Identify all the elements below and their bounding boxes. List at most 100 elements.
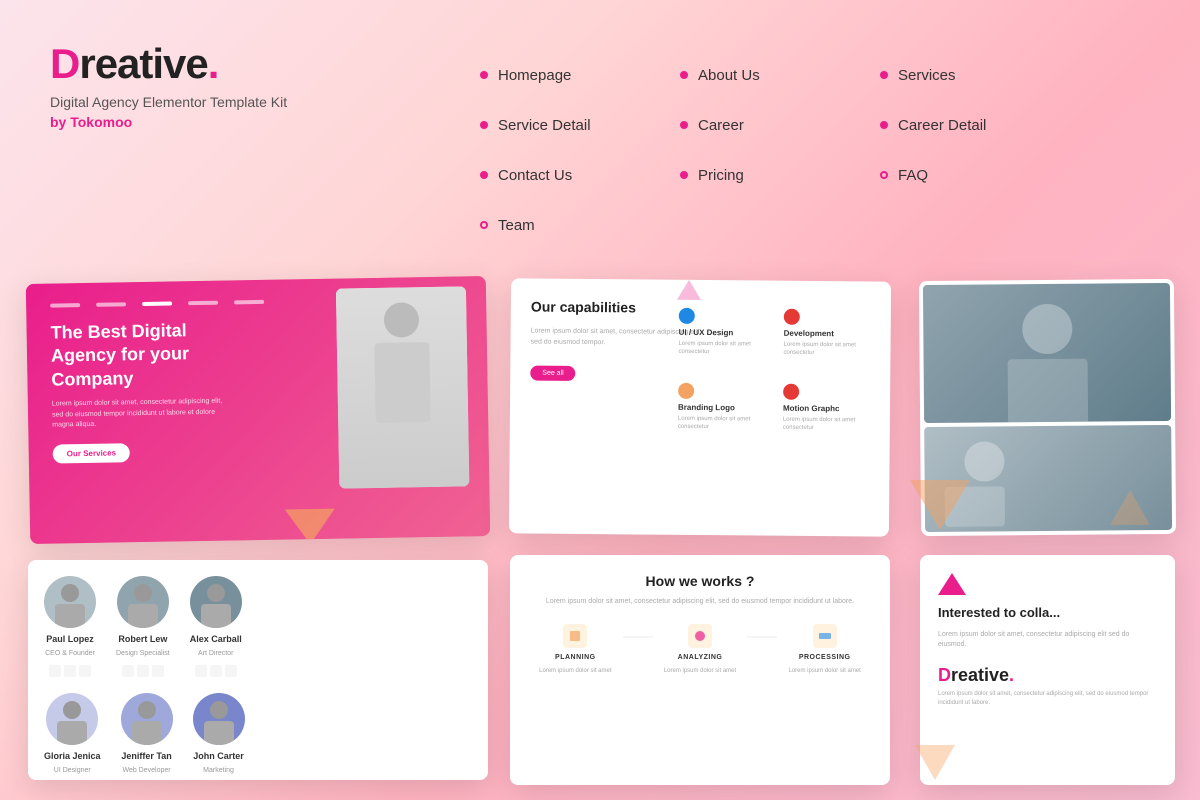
cap-item-title: UI / UX Design	[679, 328, 758, 338]
cap-item: Branding Logo Lorem ipsum dolor sit amet…	[670, 375, 766, 441]
brand-rest: reative	[79, 40, 207, 87]
nav-label-servicedetail: Service Detail	[498, 117, 591, 134]
hero-nav-dot-active	[142, 301, 172, 306]
nav-item-faq[interactable]: FAQ	[880, 150, 1080, 200]
nav-bullet	[480, 121, 488, 129]
nav-item-team[interactable]: Team	[480, 200, 680, 250]
brand-d: D	[50, 40, 79, 87]
nav-label-team: Team	[498, 217, 535, 234]
cap-item-desc: Lorem ipsum dolor sit amet consectetur	[783, 416, 862, 433]
capabilities-btn[interactable]: See all	[530, 366, 576, 381]
cap-item-title: Motion Graphc	[783, 404, 862, 414]
nav-item-services[interactable]: Services	[880, 50, 1080, 100]
cap-item-desc: Lorem ipsum dolor sit amet consectetur	[783, 341, 862, 358]
deco-triangle-1	[910, 480, 970, 530]
step-connector	[747, 636, 777, 638]
team-member: Alex Carball Art Director	[190, 576, 242, 677]
team-member: Jeniffer Tan Web Developer	[121, 693, 173, 774]
hero-nav-dot	[188, 301, 218, 306]
team-member: Robert Lew Design Specialist	[116, 576, 170, 677]
contact-triangle-deco	[938, 573, 966, 595]
cap-triangle-deco	[677, 280, 701, 300]
contact-brand: Dreative.	[938, 665, 1157, 686]
avatar	[117, 576, 169, 628]
step-text: Lorem ipsum dolor sit amet	[788, 667, 860, 675]
brand-title: Dreative.	[50, 40, 287, 88]
cap-icon-dev	[784, 309, 800, 325]
hero-triangle-deco	[285, 509, 336, 544]
nav-bullet	[680, 171, 688, 179]
cap-item-desc: Lorem ipsum dolor sit amet consectetur	[678, 415, 757, 432]
team-name: Paul Lopez	[46, 634, 94, 644]
team-name: Robert Lew	[118, 634, 167, 644]
cap-item-desc: Lorem ipsum dolor sit amet consectetur	[678, 340, 757, 357]
team-name: Jeniffer Tan	[121, 751, 171, 761]
cap-icon-brand	[678, 383, 694, 399]
card-team: Paul Lopez CEO & Founder Robert Lew Desi…	[28, 560, 488, 780]
cap-item-title: Branding Logo	[678, 403, 757, 413]
howworks-title: How we works ?	[528, 573, 872, 589]
nav-bullet	[880, 71, 888, 79]
brand-dot: .	[208, 40, 219, 87]
deco-triangle-3	[1110, 490, 1150, 525]
nav-bullet	[480, 71, 488, 79]
nav-bullet-outline	[880, 171, 888, 179]
contact-brand-rest: reative	[951, 665, 1009, 685]
nav-item-homepage[interactable]: Homepage	[480, 50, 680, 100]
nav-label-contactus: Contact Us	[498, 167, 572, 184]
team-member: Gloria Jenica UI Designer	[44, 693, 101, 774]
avatar	[190, 576, 242, 628]
step-connector	[623, 636, 653, 638]
nav-item-aboutus[interactable]: About Us	[680, 50, 880, 100]
team-role: UI Designer	[54, 767, 91, 774]
nav-label-career: Career	[698, 117, 744, 134]
team-name: Gloria Jenica	[44, 751, 101, 761]
previews-container: The Best Digital Agency for your Company…	[0, 270, 1200, 800]
nav-item-servicedetail[interactable]: Service Detail	[480, 100, 680, 150]
nav-bullet	[880, 121, 888, 129]
nav-bullet	[680, 71, 688, 79]
contact-desc: Lorem ipsum dolor sit amet, consectetur …	[938, 630, 1157, 651]
team-role: Art Director	[198, 650, 233, 657]
hero-desc: Lorem ipsum dolor sit amet, consectetur …	[52, 397, 233, 432]
hero-image	[336, 286, 469, 488]
nav-label-pricing: Pricing	[698, 167, 744, 184]
step-label: Processing	[799, 654, 851, 661]
cap-item: Motion Graphc Lorem ipsum dolor sit amet…	[775, 375, 871, 441]
contact-title: Interested to colla...	[938, 605, 1157, 622]
capabilities-grid: UI / UX Design Lorem ipsum dolor sit ame…	[670, 300, 871, 441]
brand-author: by Tokomoo	[50, 114, 287, 130]
nav-item-career[interactable]: Career	[680, 100, 880, 150]
hero-nav-dot	[96, 302, 126, 307]
brand-area: Dreative. Digital Agency Elementor Templ…	[50, 40, 287, 130]
nav-label-careerdetail: Career Detail	[898, 117, 986, 134]
nav-item-contactus[interactable]: Contact Us	[480, 150, 680, 200]
card-contact: Interested to colla... Lorem ipsum dolor…	[920, 555, 1175, 785]
hw-step-planning: Planning Lorem ipsum dolor sit amet	[528, 624, 623, 675]
hero-person	[336, 286, 469, 488]
howworks-steps: Planning Lorem ipsum dolor sit amet Anal…	[528, 624, 872, 675]
team-role: Design Specialist	[116, 650, 170, 657]
team-name: John Carter	[193, 751, 244, 761]
nav-item-pricing[interactable]: Pricing	[680, 150, 880, 200]
card-capabilities: Our capabilities Lorem ipsum dolor sit a…	[509, 278, 891, 536]
howworks-desc: Lorem ipsum dolor sit amet, consectetur …	[528, 597, 872, 608]
contact-brand-dot: .	[1009, 665, 1014, 685]
planning-icon	[563, 624, 587, 648]
analyzing-icon	[688, 624, 712, 648]
contact-brand-desc: Lorem ipsum dolor sit amet, consectetur …	[938, 690, 1157, 708]
cap-item: UI / UX Design Lorem ipsum dolor sit ame…	[670, 300, 766, 366]
photo-top	[923, 283, 1171, 423]
nav-bullet	[680, 121, 688, 129]
avatar	[193, 693, 245, 745]
contact-brand-d: D	[938, 665, 951, 685]
nav-item-careerdetail[interactable]: Career Detail	[880, 100, 1080, 150]
team-role: CEO & Founder	[45, 650, 95, 657]
step-label: Planning	[555, 654, 596, 661]
card-howworks: How we works ? Lorem ipsum dolor sit ame…	[510, 555, 890, 785]
hw-step-processing: Processing Lorem ipsum dolor sit amet	[777, 624, 872, 675]
cap-icon-motion	[783, 384, 799, 400]
hero-btn[interactable]: Our Services	[53, 443, 131, 463]
nav-bullet-outline	[480, 221, 488, 229]
nav-label-homepage: Homepage	[498, 67, 571, 84]
